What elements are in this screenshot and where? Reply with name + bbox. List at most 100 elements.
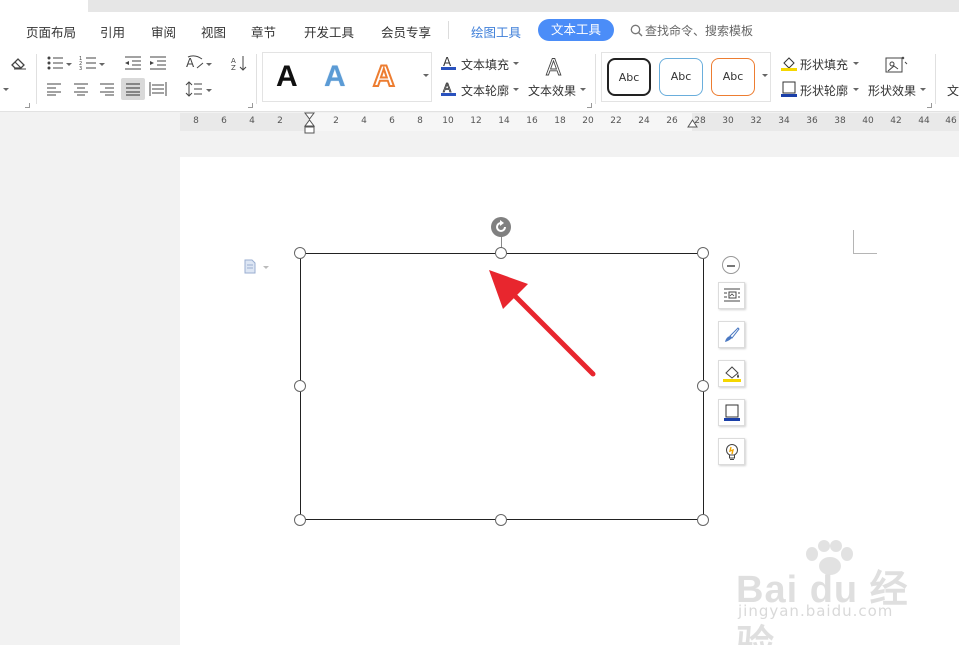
tab-drawing-tools[interactable]: 绘图工具: [471, 22, 521, 41]
first-line-indent-marker[interactable]: [304, 112, 315, 134]
menu-view[interactable]: 视图: [201, 22, 226, 41]
chevron-down-icon[interactable]: [66, 63, 72, 66]
fill-bucket-icon: [723, 366, 741, 382]
ruler-tick: 36: [806, 116, 818, 126]
menu-separator: [448, 21, 449, 39]
svg-text:3: 3: [79, 66, 82, 71]
dialog-launcher-icon[interactable]: [248, 103, 253, 108]
menu-page-layout[interactable]: 页面布局: [26, 22, 76, 41]
menu-member-exclusive[interactable]: 会员专享: [381, 22, 431, 41]
dialog-launcher-icon[interactable]: [25, 103, 30, 108]
wordart-style-black[interactable]: A: [276, 62, 298, 92]
wordart-style-blue[interactable]: A: [324, 62, 346, 92]
text-outline-label[interactable]: 文本轮廓: [461, 82, 509, 99]
menu-developer-tools[interactable]: 开发工具: [304, 22, 354, 41]
wordart-style-orange-outline[interactable]: A: [372, 61, 396, 93]
eraser-icon[interactable]: [10, 56, 28, 70]
text-fill-label[interactable]: 文本填充: [461, 56, 509, 73]
menu-references[interactable]: 引用: [100, 22, 125, 41]
ruler-tick: 6: [389, 116, 395, 126]
align-left-icon[interactable]: [46, 82, 62, 96]
gallery-more-icon[interactable]: [762, 74, 768, 77]
shape-outline-label[interactable]: 形状轮廓: [800, 82, 848, 99]
text-fill-icon[interactable]: A: [441, 55, 456, 70]
rotate-handle[interactable]: [491, 217, 511, 237]
shape-fill-button[interactable]: [718, 360, 745, 387]
tab-text-tools[interactable]: 文本工具: [538, 19, 614, 41]
ruler-tick: 4: [361, 116, 367, 126]
wordart-style-gallery: A A A: [262, 52, 432, 102]
shape-fill-icon[interactable]: [781, 55, 797, 71]
cut-off-command-label[interactable]: 文: [947, 82, 959, 99]
shape-fill-label[interactable]: 形状填充: [800, 56, 848, 73]
shape-effects-icon[interactable]: [884, 55, 908, 77]
outline-icon: [724, 404, 740, 421]
search-box[interactable]: 查找命令、搜索模板: [630, 22, 753, 39]
chevron-down-icon[interactable]: [206, 63, 212, 66]
ruler-tick: 8: [193, 116, 199, 126]
text-effects-icon[interactable]: A: [543, 54, 567, 78]
paragraph-anchor-icon[interactable]: [244, 259, 270, 275]
align-right-icon[interactable]: [99, 82, 115, 96]
ribbon-separator: [935, 54, 936, 104]
text-direction-icon[interactable]: A: [185, 55, 205, 71]
chevron-down-icon[interactable]: [513, 62, 519, 65]
resize-handle-right[interactable]: [697, 380, 709, 392]
ribbon-separator: [595, 54, 596, 104]
menu-section[interactable]: 章节: [251, 22, 276, 41]
justify-button[interactable]: [121, 78, 145, 100]
layout-options-button[interactable]: [718, 282, 745, 309]
align-justify-icon: [126, 83, 140, 96]
text-outline-icon[interactable]: A: [441, 81, 456, 96]
ruler-tick: 34: [778, 116, 790, 126]
decrease-indent-icon[interactable]: [124, 55, 142, 71]
shape-style-black[interactable]: Abc: [607, 58, 651, 96]
horizontal-ruler[interactable]: 8 6 4 2 2 4 6 8 10 12 14 16 18 20 22 24 …: [180, 113, 959, 131]
resize-handle-top-left[interactable]: [294, 247, 306, 259]
distributed-align-icon[interactable]: [149, 81, 167, 97]
line-spacing-icon[interactable]: [185, 81, 203, 97]
bullet-list-icon[interactable]: [46, 55, 64, 71]
chevron-down-icon[interactable]: [99, 63, 105, 66]
collapse-toolbar-button[interactable]: [722, 256, 740, 274]
ruler-tick: 8: [417, 116, 423, 126]
shape-style-blue[interactable]: Abc: [659, 58, 703, 96]
ruler-tick: 46: [945, 116, 957, 126]
resize-handle-bottom-right[interactable]: [697, 514, 709, 526]
baidu-jingyan-watermark: Bai du 经验 jingyan.baidu.com: [730, 540, 920, 645]
shape-outline-icon[interactable]: [781, 81, 797, 97]
sort-icon[interactable]: AZ: [231, 55, 247, 71]
ruler-tick: 4: [249, 116, 255, 126]
numbered-list-icon[interactable]: 123: [79, 55, 97, 71]
chevron-down-icon[interactable]: [580, 88, 586, 91]
chevron-down-icon[interactable]: [513, 88, 519, 91]
text-effects-label[interactable]: 文本效果: [528, 82, 576, 99]
shape-style-orange[interactable]: Abc: [711, 58, 755, 96]
svg-text:A: A: [186, 56, 195, 70]
text-wrap-icon: [724, 288, 740, 302]
lightbulb-icon: [726, 444, 738, 460]
chevron-down-icon[interactable]: [920, 88, 926, 91]
chevron-down-icon[interactable]: [853, 88, 859, 91]
smart-suggestion-button[interactable]: [718, 438, 745, 465]
dialog-launcher-icon[interactable]: [927, 103, 932, 108]
shape-outline-button[interactable]: [718, 399, 745, 426]
resize-handle-left[interactable]: [294, 380, 306, 392]
right-indent-marker[interactable]: [687, 119, 698, 128]
dialog-launcher-icon[interactable]: [587, 103, 592, 108]
resize-handle-top[interactable]: [495, 247, 507, 259]
chevron-down-icon[interactable]: [853, 62, 859, 65]
shape-style-button[interactable]: [718, 321, 745, 348]
chevron-down-icon[interactable]: [3, 88, 9, 91]
gallery-more-icon[interactable]: [423, 74, 429, 77]
chevron-down-icon[interactable]: [206, 89, 212, 92]
resize-handle-bottom[interactable]: [495, 514, 507, 526]
increase-indent-icon[interactable]: [149, 55, 167, 71]
resize-handle-bottom-left[interactable]: [294, 514, 306, 526]
ruler-tick: 32: [750, 116, 762, 126]
resize-handle-top-right[interactable]: [697, 247, 709, 259]
menu-review[interactable]: 审阅: [151, 22, 176, 41]
ruler-tick: 2: [333, 116, 339, 126]
shape-effects-label[interactable]: 形状效果: [868, 82, 916, 99]
align-center-icon[interactable]: [73, 82, 89, 96]
